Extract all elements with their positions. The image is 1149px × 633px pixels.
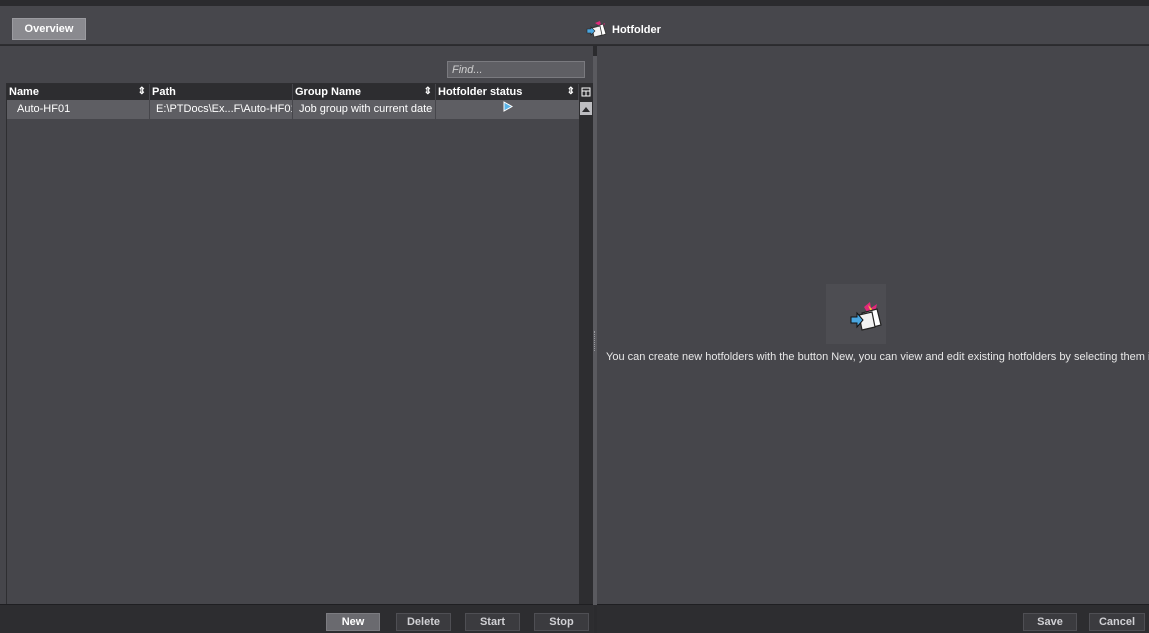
- scroll-up-button[interactable]: [580, 102, 592, 115]
- sort-icon[interactable]: ⇕: [567, 84, 575, 100]
- search-box[interactable]: [447, 61, 607, 78]
- column-header-group-name[interactable]: Group Name ⇕: [293, 84, 436, 100]
- hotfolder-detail-panel: You can create new hotfolders with the b…: [597, 46, 1149, 604]
- column-chooser-icon[interactable]: [579, 84, 593, 100]
- window-title: Hotfolder: [586, 19, 661, 41]
- splitter-grip[interactable]: [594, 331, 596, 351]
- save-button[interactable]: Save: [1023, 613, 1077, 631]
- top-bar: Overview Hotfolder: [0, 6, 1149, 45]
- sort-icon[interactable]: ⇕: [424, 84, 432, 100]
- empty-state-message: You can create new hotfolders with the b…: [606, 351, 1149, 363]
- column-header-name[interactable]: Name ⇕: [7, 84, 150, 100]
- hotfolder-icon: [586, 19, 608, 42]
- start-button[interactable]: Start: [465, 613, 520, 631]
- search-input[interactable]: [448, 62, 595, 77]
- delete-button[interactable]: Delete: [396, 613, 451, 631]
- sort-icon[interactable]: ⇕: [138, 84, 146, 100]
- overview-button[interactable]: Overview: [12, 18, 86, 40]
- table-header: Name ⇕ Path Group Name ⇕ Hotfolder statu…: [7, 84, 593, 100]
- cell-hotfolder-status: [436, 100, 579, 119]
- column-label: Path: [152, 86, 176, 98]
- detail-action-bar: Save Cancel: [597, 604, 1149, 633]
- hotfolder-table: Name ⇕ Path Group Name ⇕ Hotfolder statu…: [6, 83, 594, 633]
- page-title: Hotfolder: [612, 24, 661, 36]
- column-header-hotfolder-status[interactable]: Hotfolder status ⇕: [436, 84, 579, 100]
- column-label: Group Name: [295, 86, 362, 98]
- cell-path: E:\PTDocs\Ex...F\Auto-HF01: [150, 100, 293, 119]
- column-label: Name: [9, 86, 39, 98]
- vertical-scrollbar[interactable]: [579, 100, 593, 633]
- column-label: Hotfolder status: [438, 86, 523, 98]
- cancel-button[interactable]: Cancel: [1089, 613, 1145, 631]
- list-action-bar: New Delete Start Stop: [0, 604, 593, 633]
- new-button[interactable]: New: [326, 613, 380, 631]
- table-row[interactable]: Auto-HF01 E:\PTDocs\Ex...F\Auto-HF01 Job…: [7, 100, 579, 119]
- hotfolder-icon: [850, 301, 884, 336]
- column-header-path[interactable]: Path: [150, 84, 293, 100]
- stop-button[interactable]: Stop: [534, 613, 589, 631]
- cell-group-name: Job group with current date: [293, 100, 436, 119]
- cell-name: Auto-HF01: [7, 100, 150, 119]
- play-icon[interactable]: [502, 100, 514, 119]
- hotfolder-list-panel: Name ⇕ Path Group Name ⇕ Hotfolder statu…: [0, 46, 607, 633]
